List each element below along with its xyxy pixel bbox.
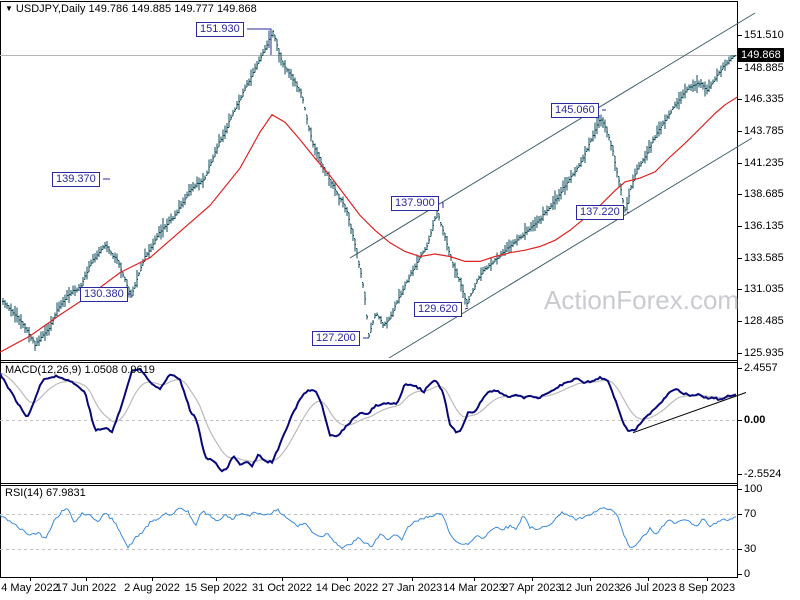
price-axis-label: 125.935	[744, 347, 784, 359]
chart-title: ▼ USDJPY,Daily 149.786 149.885 149.777 14…	[5, 3, 257, 15]
watermark: ActionForex.com	[544, 285, 740, 315]
price-axis-label: 138.685	[744, 188, 784, 200]
price-callout: 137.220	[576, 205, 624, 220]
price-callout: 139.370	[52, 172, 100, 187]
date-axis-label: 15 Sep 2022	[184, 582, 248, 594]
date-axis-label: 17 Jun 2022	[55, 582, 117, 594]
dropdown-triangle-icon[interactable]: ▼	[5, 4, 13, 13]
trading-chart: ▼ USDJPY,Daily 149.786 149.885 149.777 14…	[0, 0, 800, 600]
date-axis-label: 27 Jan 2023	[381, 582, 443, 594]
date-axis-label: 12 Jun 2023	[559, 582, 621, 594]
price-axis-label: 151.510	[744, 29, 784, 41]
rsi-axis-label: 0	[744, 568, 751, 580]
date-axis-label: 14 Mar 2023	[443, 582, 505, 594]
price-callout: 145.060	[551, 103, 599, 118]
macd-axis-label: 2.4557	[744, 362, 778, 374]
price-axis-label: 128.485	[744, 315, 784, 327]
date-axis-label: 31 Oct 2022	[252, 582, 312, 594]
date-axis-label: 14 Dec 2022	[315, 582, 379, 594]
date-axis-label: 27 Apr 2023	[502, 582, 562, 594]
date-axis-label: 4 May 2022	[1, 582, 59, 594]
ohlc-values: 149.786 149.885 149.777 149.868	[88, 3, 257, 15]
current-price-badge: 149.868	[738, 48, 784, 62]
price-axis-label: 136.135	[744, 220, 784, 232]
price-callout: 130.380	[80, 287, 128, 302]
price-callout: 151.930	[196, 22, 244, 37]
date-axis-label: 26 Jul 2023	[619, 582, 677, 594]
macd-axis-label: 0.00	[744, 414, 766, 426]
price-axis-label: 143.785	[744, 125, 784, 137]
rsi-indicator-label: RSI(14) 67.9831	[5, 487, 86, 499]
rsi-axis-label: 100	[744, 483, 763, 495]
price-callout: 137.900	[391, 196, 439, 211]
price-axis-label: 146.335	[744, 93, 784, 105]
price-axis-label: 141.235	[744, 157, 784, 169]
price-axis-label: 148.885	[744, 62, 784, 74]
date-axis-label: 2 Aug 2022	[124, 582, 180, 594]
macd-axis-label: -2.5524	[744, 468, 782, 480]
rsi-axis-label: 30	[744, 543, 757, 555]
price-callout: 129.620	[414, 302, 462, 317]
symbol-timeframe: USDJPY,Daily	[15, 3, 86, 15]
date-axis-label: 8 Sep 2023	[678, 582, 736, 594]
macd-indicator-label: MACD(12,26,9) 1.0508 0.9619	[5, 364, 155, 376]
rsi-axis-label: 70	[744, 508, 757, 520]
price-axis-label: 133.585	[744, 252, 784, 264]
price-callout: 127.200	[312, 331, 360, 346]
price-axis-label: 131.035	[744, 283, 784, 295]
